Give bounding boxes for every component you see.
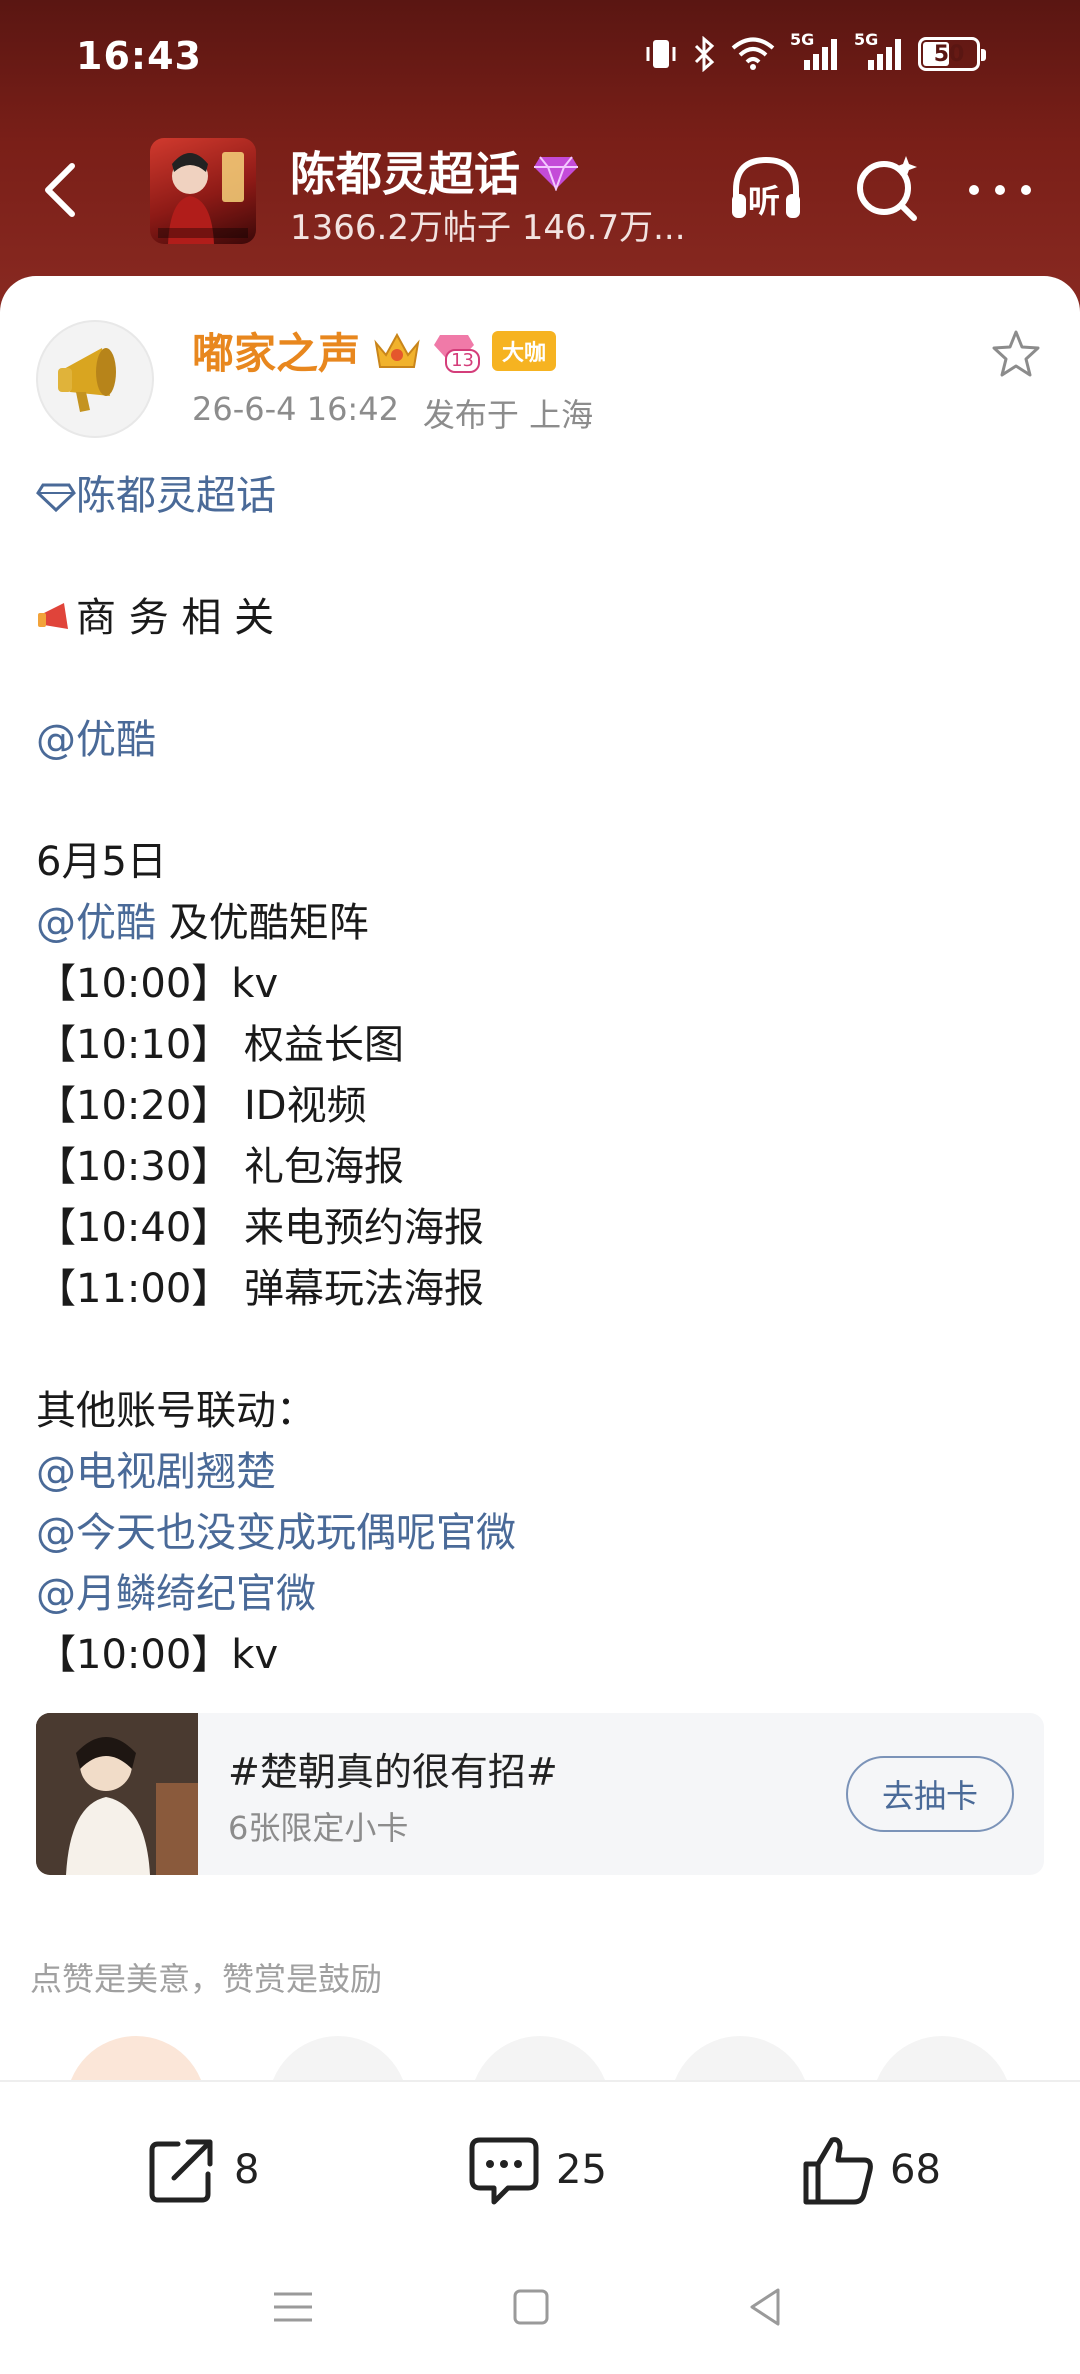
promo-card[interactable]: #楚朝真的很有招# 6张限定小卡 去抽卡: [36, 1713, 1044, 1875]
vibrate-icon: [646, 40, 676, 68]
schedule-line: 【11:00】 弹幕玩法海报: [36, 1266, 484, 1312]
topic-link[interactable]: 陈都灵超话: [76, 473, 276, 519]
promo-title: #楚朝真的很有招#: [228, 1750, 558, 1794]
mention-link[interactable]: @优酷: [36, 900, 156, 946]
menu-icon[interactable]: [268, 2282, 318, 2332]
back-arrow-icon[interactable]: [36, 160, 86, 220]
reward-option[interactable]: [268, 2036, 408, 2080]
post-timestamp: 26-6-4 16:42: [192, 390, 399, 428]
section-title-line: 商 务 相 关: [36, 588, 1046, 649]
battery-icon: 50: [918, 37, 986, 71]
more-icon[interactable]: [960, 150, 1040, 230]
cellular-signal-1-icon: 5G: [790, 30, 840, 72]
author-row: 嘟家之声 13 大咖: [192, 320, 557, 381]
reward-option[interactable]: [872, 2036, 1012, 2080]
megaphone-emoji-icon: [38, 603, 68, 629]
post-location: 发布于 上海: [422, 396, 594, 434]
schedule-line: 【10:00】kv: [36, 1632, 279, 1678]
post-body: 陈都灵超话 商 务 相 关 @优酷 6月5日 @优酷 及优酷矩阵 【10:00】…: [36, 466, 1046, 1686]
comment-count: 25: [556, 2147, 607, 2193]
vip-badge: 大咖: [492, 330, 557, 371]
megaphone-icon: [58, 348, 116, 412]
topic-stats: 1366.2万帖子 146.7万...: [290, 208, 686, 248]
wifi-icon: [731, 37, 775, 70]
back-icon[interactable]: [740, 2282, 790, 2332]
comment-button[interactable]: 25: [466, 2132, 607, 2208]
thumbs-up-icon: [803, 2137, 873, 2205]
matrix-text: 及优酷矩阵: [156, 900, 369, 946]
home-icon[interactable]: [506, 2282, 556, 2332]
cellular-signal-2-icon: 5G: [854, 30, 904, 72]
topic-link-line[interactable]: 陈都灵超话: [36, 466, 1046, 527]
section-title: 商 务 相 关: [76, 595, 275, 641]
favorite-star-icon[interactable]: [988, 326, 1044, 382]
topic-name: 陈都灵超话: [290, 147, 520, 201]
status-icons: 5G 5G 50: [644, 30, 986, 72]
diamond-badge-icon: [534, 156, 578, 191]
mention-link[interactable]: @今天也没变成玩偶呢官微: [36, 1510, 516, 1556]
promo-subtitle: 6张限定小卡: [228, 1809, 409, 1847]
author-name[interactable]: 嘟家之声: [192, 320, 360, 381]
topic-cover-image[interactable]: [150, 138, 256, 244]
reward-options: [0, 2036, 1080, 2080]
status-bar: 16:43 5G 5G 50: [0, 0, 1080, 120]
mention-link[interactable]: @月鳞绮纪官微: [36, 1571, 316, 1617]
share-icon: [149, 2139, 213, 2203]
system-navigation-bar: [0, 2240, 1080, 2374]
topic-title[interactable]: 陈都灵超话: [290, 138, 580, 204]
schedule-line: 【10:30】 礼包海报: [36, 1144, 404, 1190]
author-avatar[interactable]: [36, 320, 154, 438]
like-button[interactable]: 68: [800, 2132, 941, 2208]
crown-badge-icon: [374, 332, 420, 368]
share-button[interactable]: 8: [144, 2132, 259, 2208]
headphones-listen-icon[interactable]: 听: [726, 150, 806, 230]
schedule-line: 【10:40】 来电预约海报: [36, 1205, 484, 1251]
like-count: 68: [890, 2147, 941, 2193]
share-count: 8: [234, 2147, 260, 2193]
reward-option[interactable]: [470, 2036, 610, 2080]
promo-image: [36, 1713, 198, 1875]
date-text: 6月5日: [36, 839, 167, 885]
status-time: 16:43: [76, 34, 202, 78]
mention-link[interactable]: @电视剧翘楚: [36, 1449, 276, 1495]
post-meta: 26-6-4 16:42 发布于 上海: [192, 390, 593, 436]
schedule-line: 【10:10】 权益长图: [36, 1022, 404, 1068]
bluetooth-icon: [694, 36, 715, 72]
reward-option[interactable]: [66, 2036, 206, 2080]
level-badge: 13: [434, 329, 481, 373]
reward-tip: 点赞是美意，赞赏是鼓励: [30, 1960, 383, 1998]
other-accounts-label: 其他账号联动：: [36, 1388, 316, 1434]
comment-icon: [469, 2137, 539, 2205]
search-icon[interactable]: [848, 150, 928, 230]
action-bar: 8 25 68: [0, 2080, 1080, 2240]
diamond-link-icon: [36, 483, 76, 513]
reward-option[interactable]: [670, 2036, 810, 2080]
draw-card-button[interactable]: 去抽卡: [846, 1756, 1014, 1832]
schedule-line: 【10:00】kv: [36, 961, 279, 1007]
schedule-line: 【10:20】 ID视频: [36, 1083, 367, 1129]
mention-link[interactable]: @优酷: [36, 717, 156, 763]
